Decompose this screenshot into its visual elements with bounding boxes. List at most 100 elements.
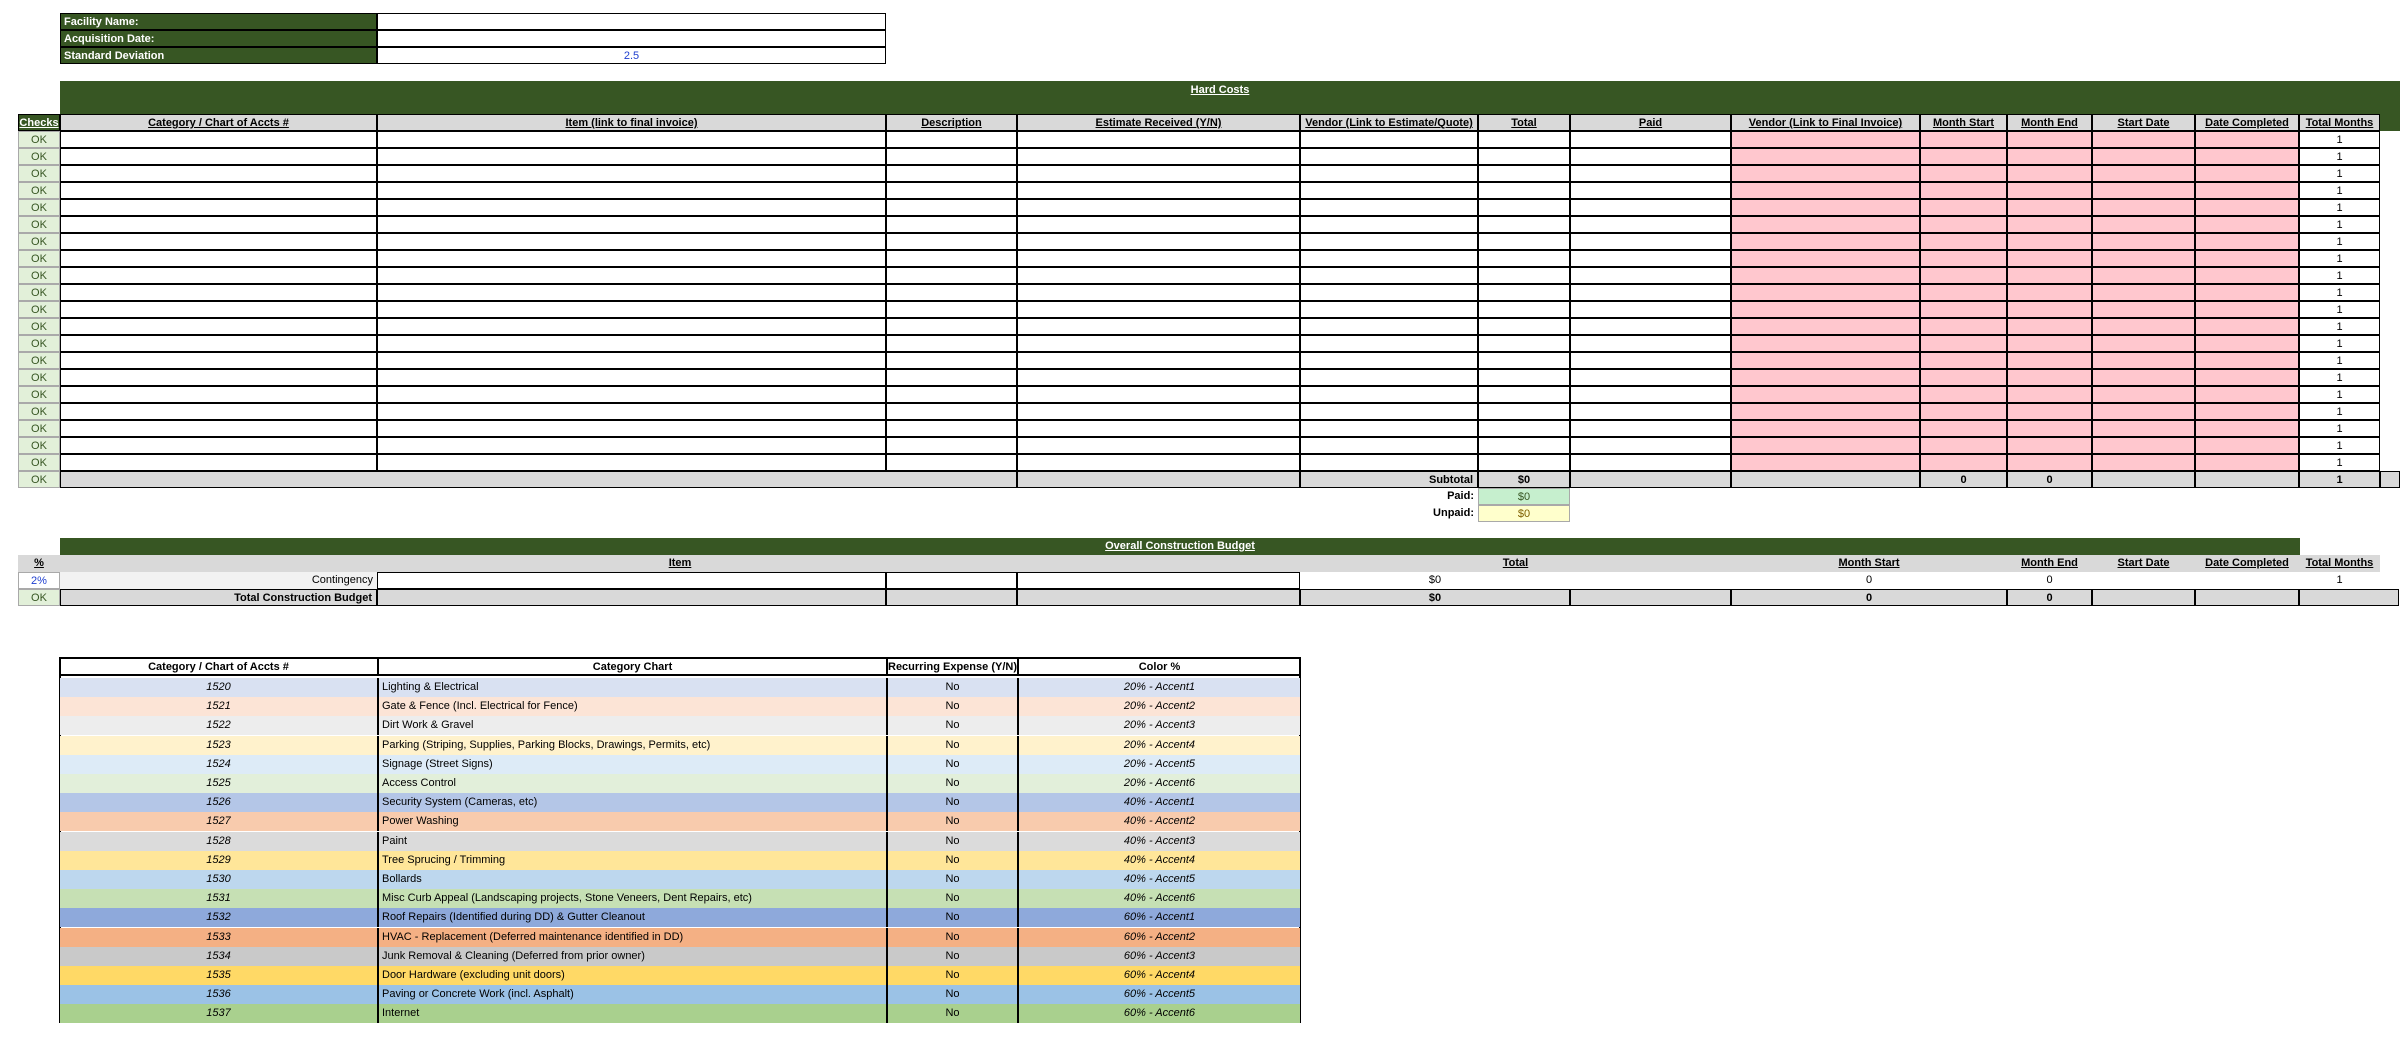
input-cell[interactable] [1300, 199, 1478, 216]
input-cell[interactable] [2092, 386, 2195, 403]
input-cell[interactable] [2195, 182, 2299, 199]
input-cell[interactable] [2007, 216, 2092, 233]
input-cell[interactable] [2092, 216, 2195, 233]
input-cell[interactable] [1920, 369, 2007, 386]
input-cell[interactable] [1920, 386, 2007, 403]
input-cell[interactable] [2092, 318, 2195, 335]
input-cell[interactable] [886, 352, 1017, 369]
input-cell[interactable] [1570, 284, 1731, 301]
input-cell[interactable] [1017, 250, 1300, 267]
input-cell[interactable] [2007, 403, 2092, 420]
input-cell[interactable] [1731, 318, 1920, 335]
input-cell[interactable] [1731, 199, 1920, 216]
input-cell[interactable] [1920, 420, 2007, 437]
input-cell[interactable] [60, 454, 377, 471]
input-cell[interactable] [1017, 420, 1300, 437]
input-cell[interactable] [886, 420, 1017, 437]
input-cell[interactable] [2007, 386, 2092, 403]
input-cell[interactable] [1017, 335, 1300, 352]
input-cell[interactable] [1731, 250, 1920, 267]
input-cell[interactable] [60, 182, 377, 199]
input-cell[interactable] [2007, 148, 2092, 165]
input-cell[interactable] [1300, 318, 1478, 335]
input-cell[interactable] [1570, 131, 1731, 148]
input-cell[interactable] [2195, 352, 2299, 369]
input-cell[interactable] [2092, 267, 2195, 284]
input-cell[interactable] [1570, 267, 1731, 284]
input-cell[interactable] [886, 284, 1017, 301]
input-cell[interactable] [886, 454, 1017, 471]
input-cell[interactable] [2092, 148, 2195, 165]
input-cell[interactable] [1300, 131, 1478, 148]
input-cell[interactable] [1300, 148, 1478, 165]
input-cell[interactable] [1731, 437, 1920, 454]
input-cell[interactable] [2092, 369, 2195, 386]
input-cell[interactable] [2092, 233, 2195, 250]
input-cell[interactable] [1731, 301, 1920, 318]
input-cell[interactable] [2007, 250, 2092, 267]
input-cell[interactable] [1731, 386, 1920, 403]
input-cell[interactable] [1478, 420, 1570, 437]
input-cell[interactable] [1920, 301, 2007, 318]
input-cell[interactable] [60, 386, 377, 403]
input-cell[interactable] [60, 148, 377, 165]
input-cell[interactable] [2007, 454, 2092, 471]
input-cell[interactable] [1478, 437, 1570, 454]
input-cell[interactable] [2007, 165, 2092, 182]
input-cell[interactable] [886, 165, 1017, 182]
input-cell[interactable] [1731, 216, 1920, 233]
input-cell[interactable] [886, 216, 1017, 233]
input-cell[interactable] [377, 437, 886, 454]
input-cell[interactable] [886, 437, 1017, 454]
input-cell[interactable] [2007, 352, 2092, 369]
input-cell[interactable] [1300, 233, 1478, 250]
input-cell[interactable] [1920, 216, 2007, 233]
input-cell[interactable] [1570, 301, 1731, 318]
input-cell[interactable] [1920, 182, 2007, 199]
input-cell[interactable] [886, 386, 1017, 403]
input-cell[interactable] [2195, 403, 2299, 420]
input-cell[interactable] [1570, 250, 1731, 267]
input-cell[interactable] [2195, 148, 2299, 165]
input-cell[interactable] [2195, 131, 2299, 148]
contingency-pct[interactable]: 2% [18, 572, 60, 589]
input-cell[interactable] [2007, 233, 2092, 250]
input-cell[interactable] [1017, 318, 1300, 335]
input-cell[interactable] [2007, 284, 2092, 301]
input-cell[interactable] [1300, 369, 1478, 386]
input-cell[interactable] [1731, 131, 1920, 148]
input-cell[interactable] [886, 335, 1017, 352]
input-cell[interactable] [60, 284, 377, 301]
input-cell[interactable] [1478, 369, 1570, 386]
input-cell[interactable] [1017, 267, 1300, 284]
input-cell[interactable] [886, 301, 1017, 318]
input-cell[interactable] [377, 301, 886, 318]
input-cell[interactable] [377, 335, 886, 352]
input-cell[interactable] [60, 352, 377, 369]
input-cell[interactable] [1920, 284, 2007, 301]
input-cell[interactable] [1920, 199, 2007, 216]
input-cell[interactable] [2092, 165, 2195, 182]
input-cell[interactable] [377, 318, 886, 335]
input-cell[interactable] [2092, 131, 2195, 148]
input-cell[interactable] [1300, 403, 1478, 420]
input-cell[interactable] [1017, 165, 1300, 182]
input-cell[interactable] [1478, 233, 1570, 250]
input-cell[interactable] [1300, 352, 1478, 369]
input-cell[interactable] [1478, 454, 1570, 471]
input-cell[interactable] [2195, 437, 2299, 454]
input-cell[interactable] [1920, 352, 2007, 369]
input-cell[interactable] [60, 250, 377, 267]
input-cell[interactable] [1300, 182, 1478, 199]
input-cell[interactable] [2195, 216, 2299, 233]
input-cell[interactable] [2092, 437, 2195, 454]
input-cell[interactable] [2092, 454, 2195, 471]
input-cell[interactable] [2007, 199, 2092, 216]
facility-value[interactable] [377, 13, 886, 30]
input-cell[interactable] [377, 369, 886, 386]
input-cell[interactable] [1478, 403, 1570, 420]
input-cell[interactable] [2092, 182, 2195, 199]
input-cell[interactable] [2195, 165, 2299, 182]
input-cell[interactable] [377, 267, 886, 284]
input-cell[interactable] [1570, 165, 1731, 182]
